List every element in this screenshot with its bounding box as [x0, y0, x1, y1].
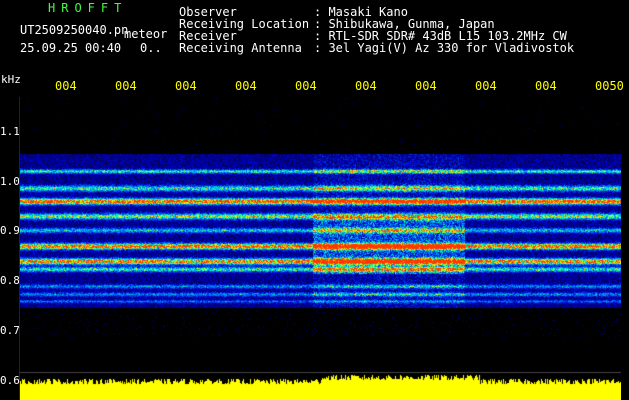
file-name: UT2509250040.pn — [20, 23, 129, 37]
meteor-count: 0.. — [140, 41, 162, 55]
x-tick-label: 004 — [55, 79, 77, 93]
signal-waveform — [20, 372, 621, 400]
x-tick-label: 004 — [535, 79, 557, 93]
y-tick-label: 1.1 — [0, 125, 20, 138]
y-tick-label: 0.6 — [0, 374, 20, 387]
x-tick-label: 004 — [175, 79, 197, 93]
y-tick-label: 0.7 — [0, 324, 20, 337]
x-tick-label: 004 — [475, 79, 497, 93]
y-tick-label: 0.9 — [0, 224, 20, 237]
x-tick-label: 004 — [115, 79, 137, 93]
x-tick-label: 004 — [295, 79, 317, 93]
y-tick-label: 1.0 — [0, 175, 20, 188]
x-tick-label: 004 — [415, 79, 437, 93]
x-tick-label: 0050 — [595, 79, 624, 93]
date-time: 25.09.25 00:40 — [20, 41, 122, 55]
y-tick-label: 0.8 — [0, 274, 20, 287]
x-tick-label: 004 — [235, 79, 257, 93]
y-axis-unit: kHz — [1, 73, 21, 86]
x-tick-label: 004 — [355, 79, 377, 93]
hrofft-window: HROFFT UT2509250040.pn meteor 25.09.25 0… — [0, 0, 629, 400]
meteor-label: meteor — [124, 27, 168, 41]
info-label-antenna: Receiving Antenna — [179, 41, 302, 55]
spectrogram-plot — [20, 98, 621, 376]
app-name: HROFFT — [48, 1, 128, 15]
info-value-antenna: : 3el Yagi(V) Az 330 for Vladivostok — [314, 41, 575, 55]
